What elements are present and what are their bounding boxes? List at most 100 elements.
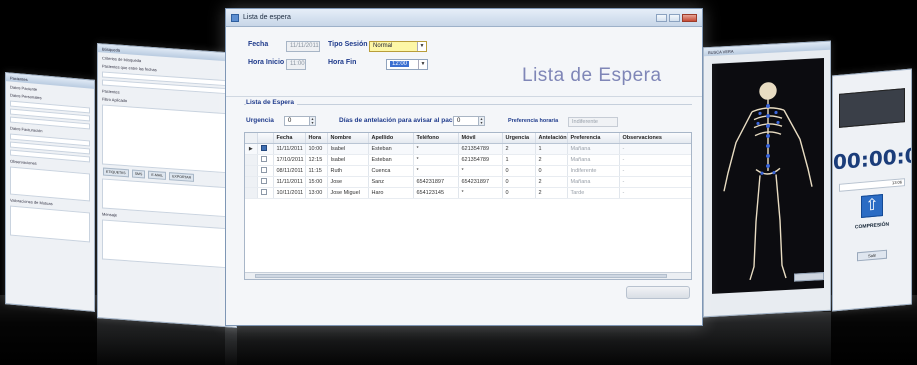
tab-email[interactable]: E-MAIL (148, 170, 167, 180)
cell-antelacion[interactable]: 1 (535, 143, 568, 155)
cell-fecha[interactable]: 10/11/2011 (273, 187, 306, 199)
results-grid[interactable] (102, 104, 232, 174)
cell-antelacion[interactable]: 2 (535, 176, 568, 188)
exit-button[interactable]: Salir (857, 249, 887, 262)
column-header-urgencia[interactable]: Urgencia (502, 133, 536, 144)
urgencia-stepper[interactable]: 0 ▲ ▼ (284, 116, 316, 126)
cell-movil[interactable]: 621354789 (458, 154, 503, 166)
preferencia-select[interactable]: Indiferente (568, 117, 618, 127)
cell-antelacion[interactable]: 2 (535, 154, 568, 166)
cell-observaciones[interactable]: - (619, 143, 691, 155)
cell-movil[interactable]: * (458, 165, 503, 177)
tab-etiquetas[interactable]: ETIQUETAS (103, 167, 129, 178)
cell-nombre[interactable]: Isabel (327, 143, 369, 155)
cell-fecha[interactable]: 11/11/2011 (273, 176, 306, 188)
hora-inicio-field[interactable]: 11:00 (286, 59, 306, 70)
window-titlebar[interactable]: Lista de espera (226, 9, 702, 27)
cell-fecha[interactable]: 08/11/2011 (273, 165, 306, 177)
message-field[interactable] (102, 219, 232, 269)
mutual-grid[interactable] (10, 205, 90, 243)
cell-apellido[interactable]: Esteban (368, 143, 414, 155)
row-checkbox[interactable] (260, 156, 267, 163)
stepper-arrows-icon[interactable]: ▲ ▼ (309, 117, 315, 125)
minimize-button[interactable] (656, 13, 667, 22)
cell-telefono[interactable]: 654123145 (413, 187, 459, 199)
column-header-hora[interactable]: Hora (305, 133, 328, 144)
cell-urgencia[interactable]: 0 (502, 187, 536, 199)
cell-apellido[interactable]: Haro (368, 187, 414, 199)
cell-preferencia[interactable]: Mañana (567, 154, 620, 166)
up-arrow-button[interactable]: ⇧ (861, 194, 883, 218)
waitlist-table[interactable]: Fecha Hora Nombre Apellido Teléfono Móvi… (244, 132, 692, 280)
close-button[interactable] (682, 13, 697, 22)
cell-nombre[interactable]: Jose (327, 176, 369, 188)
table-row[interactable]: 17/10/2011 12:15 Isabel Esteban * 621354789 1 2… (245, 154, 691, 166)
row-header[interactable] (245, 187, 258, 199)
cell-movil[interactable]: * (458, 187, 503, 199)
column-header-telefono[interactable]: Teléfono (413, 133, 459, 144)
column-header-preferencia[interactable]: Preferencia (567, 133, 620, 144)
observations-field[interactable] (10, 166, 90, 202)
cell-telefono[interactable]: * (413, 143, 459, 155)
cell-fecha[interactable]: 17/10/2011 (273, 154, 306, 166)
sms-panel[interactable] (102, 178, 232, 218)
cell-nombre[interactable]: Ruth (327, 165, 369, 177)
viewer-controls[interactable] (794, 272, 824, 282)
cell-antelacion[interactable]: 0 (535, 165, 568, 177)
row-checkbox[interactable] (260, 145, 267, 152)
cell-telefono[interactable]: * (413, 154, 459, 166)
row-header[interactable] (245, 165, 258, 177)
cell-urgencia[interactable]: 2 (502, 143, 536, 155)
table-row[interactable]: 11/11/2011 15:00 Jose Sanz 654231897 65423189… (245, 176, 691, 188)
row-header[interactable] (245, 154, 258, 166)
stepper-arrows-icon[interactable]: ▲ ▼ (478, 117, 484, 125)
row-header[interactable]: ▶ (245, 143, 258, 155)
row-checkbox[interactable] (260, 167, 267, 174)
cell-fecha[interactable]: 11/11/2011 (273, 143, 306, 155)
fecha-field[interactable]: 11/11/2011 (286, 41, 320, 52)
cell-observaciones[interactable]: - (619, 165, 691, 177)
scrollbar-thumb[interactable] (255, 274, 667, 278)
table-row[interactable]: 10/11/2011 13:00 Jose Miguel Haro 654123145 *… (245, 187, 691, 199)
cell-hora[interactable]: 15:00 (305, 176, 328, 188)
cell-observaciones[interactable]: - (619, 154, 691, 166)
table-row[interactable]: ▶ 11/11/2011 10:00 Isabel Esteban * 621354789 2… (245, 143, 691, 155)
row-checkbox[interactable] (260, 178, 267, 185)
accept-button[interactable] (626, 286, 690, 299)
column-header-observaciones[interactable]: Observaciones (619, 133, 691, 144)
maximize-button[interactable] (669, 13, 680, 22)
cell-preferencia[interactable]: Mañana (567, 143, 620, 155)
row-checkbox[interactable] (260, 189, 267, 196)
dias-antelacion-stepper[interactable]: 0 ▲ ▼ (453, 116, 485, 126)
cell-preferencia[interactable]: Mañana (567, 176, 620, 188)
column-header-check[interactable] (257, 133, 274, 144)
row-header[interactable] (245, 176, 258, 188)
cell-movil[interactable]: 654231897 (458, 176, 503, 188)
cell-observaciones[interactable]: - (619, 176, 691, 188)
cell-apellido[interactable]: Sanz (368, 176, 414, 188)
tab-exportar[interactable]: EXPORTAR (169, 172, 195, 182)
cell-preferencia[interactable]: Indiferente (567, 165, 620, 177)
cell-nombre[interactable]: Jose Miguel (327, 187, 369, 199)
cell-urgencia[interactable]: 1 (502, 154, 536, 166)
table-row[interactable]: 08/11/2011 11:15 Ruth Cuenca * * 0 0 Indiferente… (245, 165, 691, 177)
cell-movil[interactable]: 621354789 (458, 143, 503, 155)
column-header-fecha[interactable]: Fecha (273, 133, 306, 144)
cell-nombre[interactable]: Isabel (327, 154, 369, 166)
horizontal-scrollbar[interactable] (245, 272, 691, 279)
cell-telefono[interactable]: 654231897 (413, 176, 459, 188)
tipo-sesion-select[interactable]: Normal ▼ (369, 41, 427, 52)
skeleton-viewer[interactable] (712, 58, 824, 294)
column-header-apellido[interactable]: Apellido (368, 133, 414, 144)
cell-apellido[interactable]: Cuenca (368, 165, 414, 177)
tab-sms[interactable]: SMS (131, 169, 146, 179)
cell-preferencia[interactable]: Tarde (567, 187, 620, 199)
cell-hora[interactable]: 12:15 (305, 154, 328, 166)
cell-antelacion[interactable]: 2 (535, 187, 568, 199)
cell-urgencia[interactable]: 0 (502, 176, 536, 188)
column-header-nombre[interactable]: Nombre (327, 133, 369, 144)
cell-apellido[interactable]: Esteban (368, 154, 414, 166)
hora-fin-select[interactable]: 12:00 ▼ (386, 59, 428, 70)
cell-hora[interactable]: 11:15 (305, 165, 328, 177)
cell-hora[interactable]: 13:00 (305, 187, 328, 199)
